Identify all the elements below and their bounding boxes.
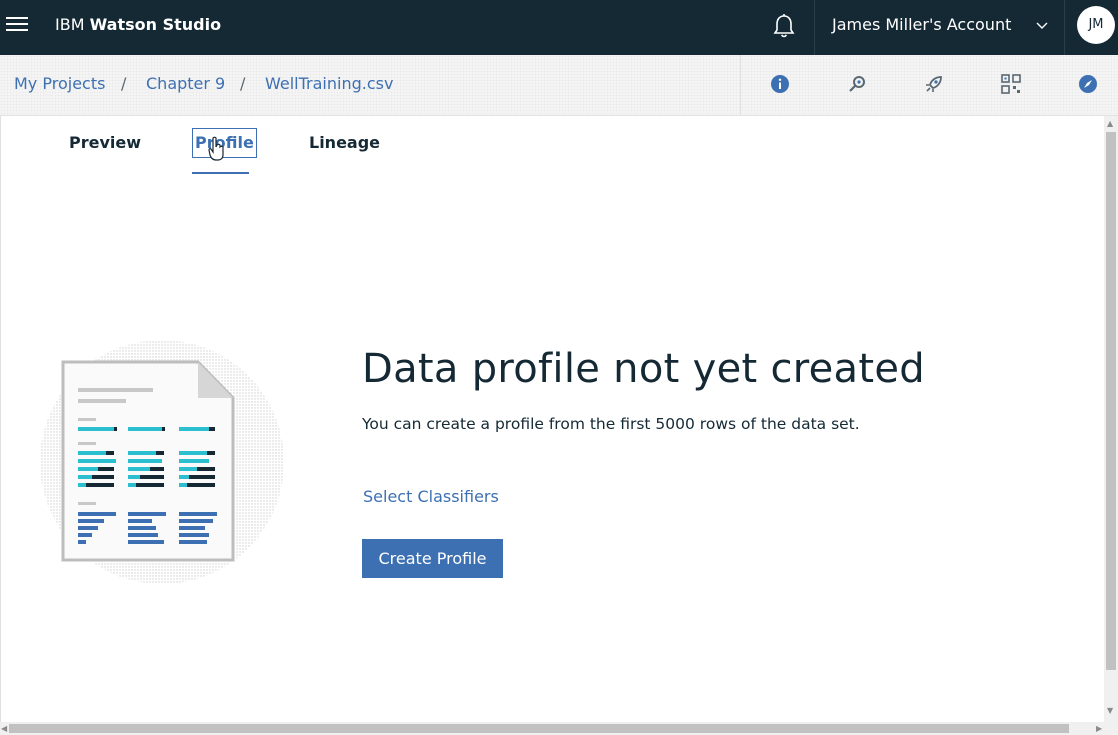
- breadcrumb-current-asset: WellTraining.csv: [265, 74, 394, 93]
- create-profile-button[interactable]: Create Profile: [362, 539, 503, 578]
- breadcrumb-bar: My Projects / Chapter 9 / WellTraining.c…: [0, 55, 1118, 116]
- scroll-right-arrow-icon[interactable]: ▶: [1096, 724, 1102, 734]
- tab-lineage[interactable]: Lineage: [309, 133, 380, 152]
- breadcrumb-my-projects[interactable]: My Projects: [14, 74, 105, 93]
- qr-code-icon[interactable]: [1000, 73, 1022, 95]
- vertical-scroll-thumb[interactable]: [1106, 132, 1116, 670]
- tab-preview[interactable]: Preview: [69, 133, 141, 152]
- chevron-down-icon[interactable]: [1034, 18, 1050, 34]
- account-switcher[interactable]: James Miller's Account: [832, 15, 1011, 34]
- toolbar-divider: [740, 55, 741, 116]
- topbar-divider: [814, 0, 815, 55]
- hand-cursor-icon: [208, 136, 224, 161]
- breadcrumb-chapter[interactable]: Chapter 9: [146, 74, 225, 93]
- scroll-down-arrow-icon[interactable]: ▼: [1107, 706, 1113, 716]
- compass-icon[interactable]: [1077, 73, 1099, 95]
- document-illustration: [40, 340, 284, 584]
- app-title[interactable]: IBM Watson Studio: [55, 15, 221, 34]
- horizontal-scroll-thumb[interactable]: [9, 724, 1069, 733]
- wrench-icon[interactable]: [846, 73, 868, 95]
- active-tab-indicator: [192, 172, 249, 174]
- avatar[interactable]: JM: [1077, 6, 1115, 44]
- hamburger-menu-icon[interactable]: [6, 14, 28, 36]
- scroll-left-arrow-icon[interactable]: ◀: [1, 724, 7, 734]
- select-classifiers-link[interactable]: Select Classifiers: [363, 487, 499, 506]
- breadcrumb-separator: /: [121, 74, 127, 93]
- top-bar: IBM Watson Studio James Miller's Account…: [0, 0, 1118, 55]
- notifications-bell-icon[interactable]: [772, 13, 796, 39]
- rocket-icon[interactable]: [923, 73, 945, 95]
- empty-state-description: You can create a profile from the first …: [362, 415, 860, 433]
- info-icon[interactable]: [769, 73, 791, 95]
- scroll-up-arrow-icon[interactable]: ▲: [1107, 119, 1113, 129]
- breadcrumb-separator: /: [240, 74, 246, 93]
- empty-state-heading: Data profile not yet created: [362, 346, 925, 392]
- topbar-divider: [1064, 0, 1065, 55]
